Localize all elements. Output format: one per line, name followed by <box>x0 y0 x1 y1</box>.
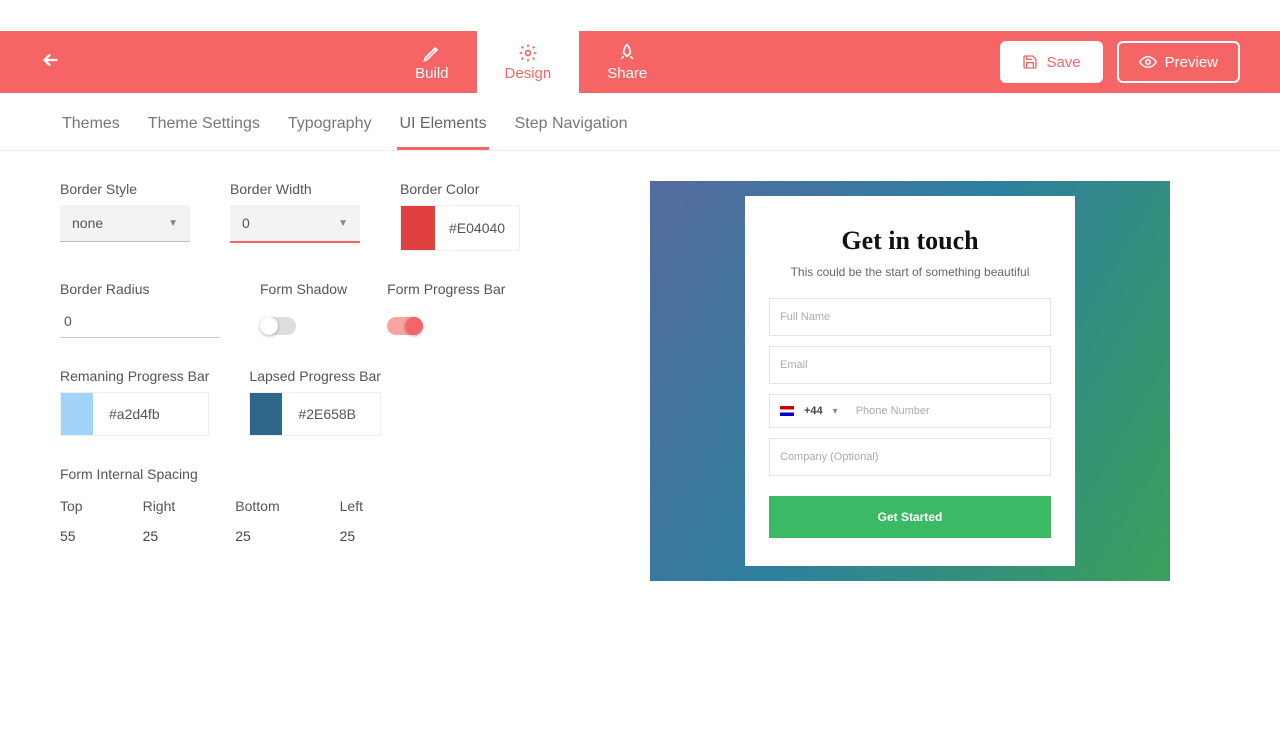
preview-email-input[interactable]: Email <box>769 346 1051 384</box>
preview-phone-input[interactable]: +44 ▾ Phone Number <box>769 394 1051 428</box>
lapsed-bar-label: Lapsed Progress Bar <box>249 368 381 384</box>
border-style-label: Border Style <box>60 181 190 197</box>
subnav-ui-elements[interactable]: UI Elements <box>397 107 488 150</box>
remaining-bar-color[interactable]: #a2d4fb <box>60 392 209 436</box>
save-icon <box>1022 54 1038 70</box>
form-progress-label: Form Progress Bar <box>387 281 505 297</box>
tab-share[interactable]: Share <box>579 31 675 93</box>
spacing-bottom-value[interactable]: 25 <box>235 528 279 544</box>
preview-title: Get in touch <box>769 226 1051 256</box>
spacing-left-label: Left <box>340 498 363 514</box>
pencil-icon <box>422 43 442 63</box>
chevron-down-icon: ▼ <box>168 218 178 229</box>
spacing-right-value[interactable]: 25 <box>143 528 176 544</box>
preview-form-card: Get in touch This could be the start of … <box>745 196 1075 567</box>
form-preview: Get in touch This could be the start of … <box>650 181 1170 581</box>
subnav-theme-settings[interactable]: Theme Settings <box>146 107 262 150</box>
spacing-bottom-label: Bottom <box>235 498 279 514</box>
save-button[interactable]: Save <box>1000 41 1102 83</box>
color-swatch <box>401 206 435 250</box>
border-color-picker[interactable]: #E04040 <box>400 205 520 251</box>
preview-subtitle: This could be the start of something bea… <box>769 264 1051 281</box>
spacing-left-value[interactable]: 25 <box>340 528 363 544</box>
flag-icon <box>780 406 794 416</box>
subnav-themes[interactable]: Themes <box>60 107 122 150</box>
gear-icon <box>518 43 538 63</box>
lapsed-bar-color[interactable]: #2E658B <box>249 392 381 436</box>
border-style-select[interactable]: none ▼ <box>60 205 190 242</box>
border-color-label: Border Color <box>400 181 520 197</box>
back-button[interactable] <box>40 49 62 76</box>
chevron-down-icon: ▾ <box>833 406 838 417</box>
form-shadow-toggle[interactable] <box>260 317 296 335</box>
color-swatch <box>61 393 93 435</box>
border-width-label: Border Width <box>230 181 360 197</box>
subnav-step-navigation[interactable]: Step Navigation <box>513 107 630 150</box>
spacing-top-value[interactable]: 55 <box>60 528 83 544</box>
preview-button[interactable]: Preview <box>1117 41 1240 83</box>
tab-design[interactable]: Design <box>477 31 580 93</box>
spacing-right-label: Right <box>143 498 176 514</box>
rocket-icon <box>617 43 637 63</box>
preview-fullname-input[interactable]: Full Name <box>769 298 1051 336</box>
remaining-bar-label: Remaning Progress Bar <box>60 368 209 384</box>
border-radius-input[interactable] <box>60 305 220 338</box>
subnav-typography[interactable]: Typography <box>286 107 374 150</box>
preview-cta-button[interactable]: Get Started <box>769 496 1051 538</box>
eye-icon <box>1139 53 1157 71</box>
form-progress-toggle[interactable] <box>387 317 423 335</box>
tab-build[interactable]: Build <box>387 31 476 93</box>
chevron-down-icon: ▼ <box>338 218 348 229</box>
color-swatch <box>250 393 282 435</box>
spacing-title: Form Internal Spacing <box>60 466 620 482</box>
border-radius-label: Border Radius <box>60 281 220 297</box>
spacing-top-label: Top <box>60 498 83 514</box>
form-shadow-label: Form Shadow <box>260 281 347 297</box>
preview-company-input[interactable]: Company (Optional) <box>769 438 1051 476</box>
border-width-select[interactable]: 0 ▼ <box>230 205 360 243</box>
